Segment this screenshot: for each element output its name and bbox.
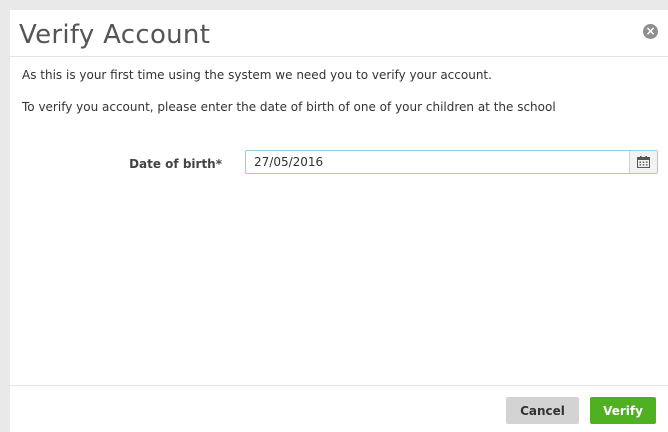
dialog-footer: Cancel Verify — [10, 385, 668, 432]
date-of-birth-label: Date of birth* — [129, 157, 222, 171]
dialog-header: Verify Account × — [10, 10, 668, 57]
date-of-birth-field — [245, 150, 658, 174]
calendar-icon — [637, 156, 650, 168]
close-icon[interactable]: × — [643, 24, 658, 39]
cancel-button[interactable]: Cancel — [506, 397, 579, 424]
date-of-birth-input[interactable] — [246, 151, 629, 173]
intro-text-2: To verify you account, please enter the … — [22, 100, 556, 114]
calendar-button[interactable] — [629, 151, 657, 173]
verify-account-dialog: Verify Account × As this is your first t… — [10, 10, 668, 432]
intro-text-1: As this is your first time using the sys… — [22, 68, 492, 82]
verify-button[interactable]: Verify — [590, 397, 656, 424]
dialog-title: Verify Account — [19, 20, 211, 50]
